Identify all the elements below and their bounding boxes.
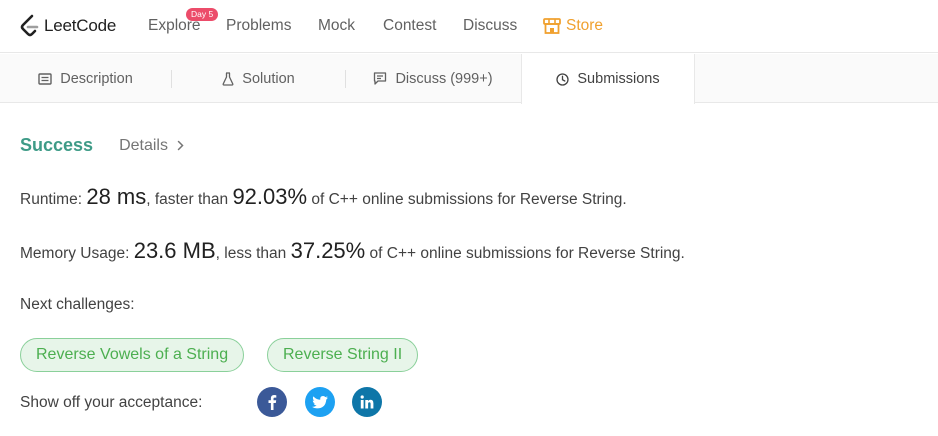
tab-submissions-label: Submissions bbox=[577, 71, 660, 87]
day-badge: Day 5 bbox=[186, 8, 219, 21]
chevron-right-icon bbox=[177, 140, 184, 151]
nav-mock[interactable]: Mock bbox=[318, 17, 355, 35]
memory-value: 23.6 MB bbox=[133, 238, 216, 263]
memory-suffix: of C++ online submissions for Reverse St… bbox=[365, 245, 685, 262]
tab-discuss-label: Discuss (999+) bbox=[395, 70, 493, 87]
runtime-value: 28 ms bbox=[86, 184, 147, 209]
problem-tabs: Description Solution Discuss (999+) Subm… bbox=[0, 54, 938, 104]
runtime-connector: , faster than bbox=[146, 191, 233, 208]
memory-connector: , less than bbox=[215, 245, 291, 262]
details-link[interactable]: Details bbox=[119, 137, 184, 155]
memory-label: Memory Usage: bbox=[20, 245, 134, 262]
flask-icon bbox=[222, 71, 234, 86]
top-navigation: LeetCode Explore Day 5 Problems Mock Con… bbox=[0, 0, 938, 53]
leetcode-logo-icon bbox=[20, 14, 39, 37]
store-icon bbox=[543, 18, 561, 34]
nav-discuss[interactable]: Discuss bbox=[463, 17, 517, 35]
brand-name: LeetCode bbox=[44, 16, 117, 35]
nav-problems[interactable]: Problems bbox=[226, 17, 291, 35]
result-header: Success Details bbox=[20, 135, 184, 156]
share-label: Show off your acceptance: bbox=[20, 394, 203, 411]
chat-icon bbox=[374, 72, 387, 85]
runtime-suffix: of C++ online submissions for Reverse St… bbox=[307, 191, 627, 208]
facebook-share-button[interactable] bbox=[257, 387, 287, 417]
nav-store[interactable]: Store bbox=[543, 17, 603, 35]
linkedin-icon bbox=[360, 395, 374, 409]
runtime-line: Runtime: 28 ms, faster than 92.03% of C+… bbox=[20, 184, 627, 210]
leetcode-logo[interactable]: LeetCode bbox=[19, 14, 116, 38]
tab-description[interactable]: Description bbox=[0, 54, 171, 103]
status-success: Success bbox=[20, 135, 94, 155]
linkedin-share-button[interactable] bbox=[352, 387, 382, 417]
memory-percent: 37.25% bbox=[290, 238, 366, 263]
nav-store-label: Store bbox=[566, 17, 604, 34]
twitter-icon bbox=[312, 395, 328, 408]
description-icon bbox=[38, 72, 52, 85]
tab-description-label: Description bbox=[60, 70, 133, 87]
challenge-reverse-string-ii[interactable]: Reverse String II bbox=[267, 338, 419, 372]
challenge-reverse-vowels[interactable]: Reverse Vowels of a String bbox=[20, 338, 245, 372]
twitter-share-button[interactable] bbox=[305, 387, 335, 417]
tab-solution-label: Solution bbox=[242, 70, 295, 87]
memory-line: Memory Usage: 23.6 MB, less than 37.25% … bbox=[20, 238, 685, 264]
runtime-percent: 92.03% bbox=[232, 184, 308, 209]
runtime-label: Runtime: bbox=[20, 191, 87, 208]
nav-contest[interactable]: Contest bbox=[383, 17, 436, 35]
clock-icon bbox=[556, 72, 570, 86]
tab-submissions[interactable]: Submissions bbox=[521, 54, 695, 104]
tab-solution[interactable]: Solution bbox=[172, 54, 345, 103]
tab-discuss[interactable]: Discuss (999+) bbox=[346, 54, 520, 103]
facebook-icon bbox=[268, 395, 277, 410]
details-label: Details bbox=[119, 136, 168, 154]
next-challenges-label: Next challenges: bbox=[20, 296, 135, 313]
